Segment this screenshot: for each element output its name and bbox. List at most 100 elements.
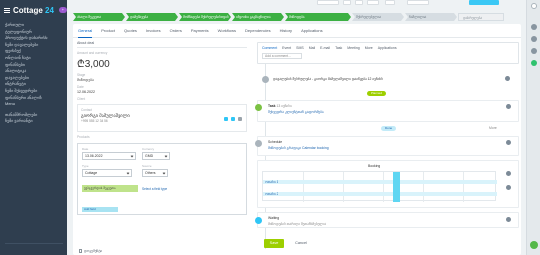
editor-tab-email[interactable]: E-mail (320, 46, 330, 50)
tab-workflows[interactable]: Workflows (218, 24, 236, 38)
sidebar-item[interactable]: ჩემი შეხვედრები (5, 88, 65, 95)
field-label: Date (77, 85, 84, 89)
field-label: Amount and currency (77, 51, 108, 55)
date-value[interactable]: 12.06.2022 (77, 90, 247, 94)
online-icon[interactable] (531, 60, 537, 66)
entry-link[interactable]: შეხვედრა კლიენტთან გაფორმება (268, 110, 324, 114)
avatar[interactable] (506, 185, 511, 190)
sidebar-item[interactable]: ფეისბუქ (5, 48, 65, 55)
new-button[interactable]: + (58, 7, 67, 13)
stage-step[interactable]: მომზადება შესრულებისთვის (179, 13, 231, 21)
sidebar-item[interactable]: ფინანსები (5, 62, 65, 69)
sidebar-item[interactable]: თანამშრომლები (5, 112, 65, 119)
sidebar-item[interactable]: ინტრანეტი (5, 81, 65, 88)
stage-step[interactable]: დამუშავება (126, 13, 178, 21)
stage-value[interactable]: მიწოდება (77, 78, 247, 82)
sidebar-item[interactable]: ქართული (5, 22, 65, 29)
search-icon[interactable] (531, 48, 537, 54)
sidebar-item[interactable]: ონლაინ ჩატი (5, 55, 65, 62)
settings-icon[interactable] (343, 0, 351, 5)
editor-tab-mail[interactable]: Mail (309, 46, 315, 50)
phone-icon[interactable] (224, 117, 228, 121)
app-logo[interactable]: Cottage 24 (13, 6, 54, 15)
avatar[interactable] (506, 171, 511, 176)
tab-orders[interactable]: Orders (170, 24, 182, 38)
date-field[interactable]: 13.06.2022 (82, 152, 136, 160)
chat-icon[interactable] (531, 36, 537, 42)
menu-icon[interactable] (4, 7, 10, 13)
add-field-button[interactable]: Add field (82, 207, 118, 212)
client-phone[interactable]: +995 555 12 34 56 (81, 119, 243, 123)
timeline-entry: Task 13 ივნისი შეხვედრა კლიენტთან გაფორმ… (255, 100, 519, 122)
deal-amount[interactable]: ₾3,000 (77, 56, 247, 70)
select-field-link[interactable]: Select a field type (142, 187, 167, 191)
stage-step[interactable]: ჩაშლილია (405, 13, 457, 21)
notifications-icon[interactable] (531, 24, 537, 30)
editor-tab-event[interactable]: Event (282, 46, 291, 50)
sidebar-item[interactable]: ფინანსური ანალიზ (5, 95, 65, 102)
toolbar-button[interactable] (385, 0, 395, 5)
booking-row[interactable] (263, 180, 497, 184)
editor-tab-task[interactable]: Task (335, 46, 342, 50)
grid-line (303, 172, 304, 202)
sidebar-item[interactable]: ჩემი ვარიანტი (5, 118, 65, 125)
left-sidebar: Cottage 24 + ქართული ტელეფონიურ პროდუქტი… (0, 0, 67, 255)
comment-input[interactable]: Add a comment... (262, 53, 302, 59)
tab-invoices[interactable]: Invoices (146, 24, 161, 38)
document-row[interactable]: დოკუმენტი (79, 247, 102, 254)
sidebar-item[interactable]: დავალებები (5, 75, 65, 82)
timeline-entry: Waiting მიწოდების თარიღი შეთანხმებულია (255, 212, 519, 228)
booking-row[interactable] (263, 192, 497, 196)
stage-step[interactable]: ინვოისი გაგზავნილია (232, 13, 284, 21)
toolbar-button[interactable] (407, 0, 429, 5)
editor-tab-applications[interactable]: Applications (378, 46, 397, 50)
currency-select[interactable]: GMD (142, 152, 170, 160)
tab-quotes[interactable]: Quotes (124, 24, 137, 38)
avatar[interactable] (505, 76, 510, 81)
source-select[interactable]: Others (142, 169, 168, 177)
stage-step[interactable]: მიწოდება (285, 13, 351, 21)
stage-step[interactable]: დასრულება (458, 13, 504, 21)
entry-text: დავალების შესრულება - გიორგი მამულაშვილი… (273, 77, 383, 81)
type-select[interactable]: Cottage (82, 169, 132, 177)
sidebar-item[interactable]: პროდუქტის დახარისხ (5, 35, 65, 42)
client-actions (224, 117, 242, 121)
save-button[interactable]: Save (264, 239, 284, 248)
stage-step[interactable]: შესრულებულია (352, 13, 404, 21)
toolbar-button[interactable] (317, 0, 339, 5)
help-icon[interactable] (530, 241, 538, 249)
toolbar-button[interactable] (367, 0, 379, 5)
mail-icon[interactable] (231, 117, 235, 121)
client-block: Contact გიორგი მამულაშვილი +995 555 12 3… (77, 104, 247, 132)
tab-product[interactable]: Product (101, 24, 115, 38)
sidebar-item[interactable]: ტელეფონიურ (5, 29, 65, 36)
stage-step[interactable]: ახალი შეკვეთა (73, 13, 125, 21)
entry-link[interactable]: მიწოდების გრაფიკი Calendar booking (268, 146, 329, 150)
tab-payments[interactable]: Payments (191, 24, 209, 38)
booking-highlight[interactable] (393, 172, 400, 202)
tab-history[interactable]: History (280, 24, 292, 38)
search-icon[interactable] (238, 117, 242, 121)
avatar[interactable] (506, 217, 511, 222)
cancel-button[interactable]: Cancel (293, 239, 309, 248)
sidebar-item[interactable]: ჩემი დავალებები (5, 42, 65, 49)
editor-tab-meeting[interactable]: Meeting (347, 46, 359, 50)
booking-grid[interactable]: ოთახი 1 ოთახი 2 (262, 171, 497, 202)
tab-general[interactable]: General (78, 24, 93, 38)
field-label: Type (82, 164, 89, 168)
editor-tab-comment[interactable]: Comment (262, 46, 277, 50)
primary-action-button[interactable] (469, 0, 499, 5)
tab-applications[interactable]: Applications (301, 24, 323, 38)
sidebar-item[interactable]: ანალიტიკა (5, 68, 65, 75)
avatar[interactable] (506, 104, 511, 109)
tab-dependencies[interactable]: Dependencies (245, 24, 271, 38)
field-chip[interactable]: ვებგვერდის შეკვეთა (82, 185, 138, 192)
editor-tab-sms[interactable]: SMS (296, 46, 304, 50)
more-link[interactable]: More (489, 126, 497, 130)
more-icon[interactable] (355, 0, 363, 5)
sidebar-item[interactable]: Menu (5, 101, 65, 108)
edit-form: Date 13.06.2022 Currency GMD Type Cottag… (77, 143, 247, 215)
editor-tab-more[interactable]: More (365, 46, 373, 50)
avatar[interactable] (506, 140, 511, 145)
close-icon[interactable] (531, 3, 537, 9)
